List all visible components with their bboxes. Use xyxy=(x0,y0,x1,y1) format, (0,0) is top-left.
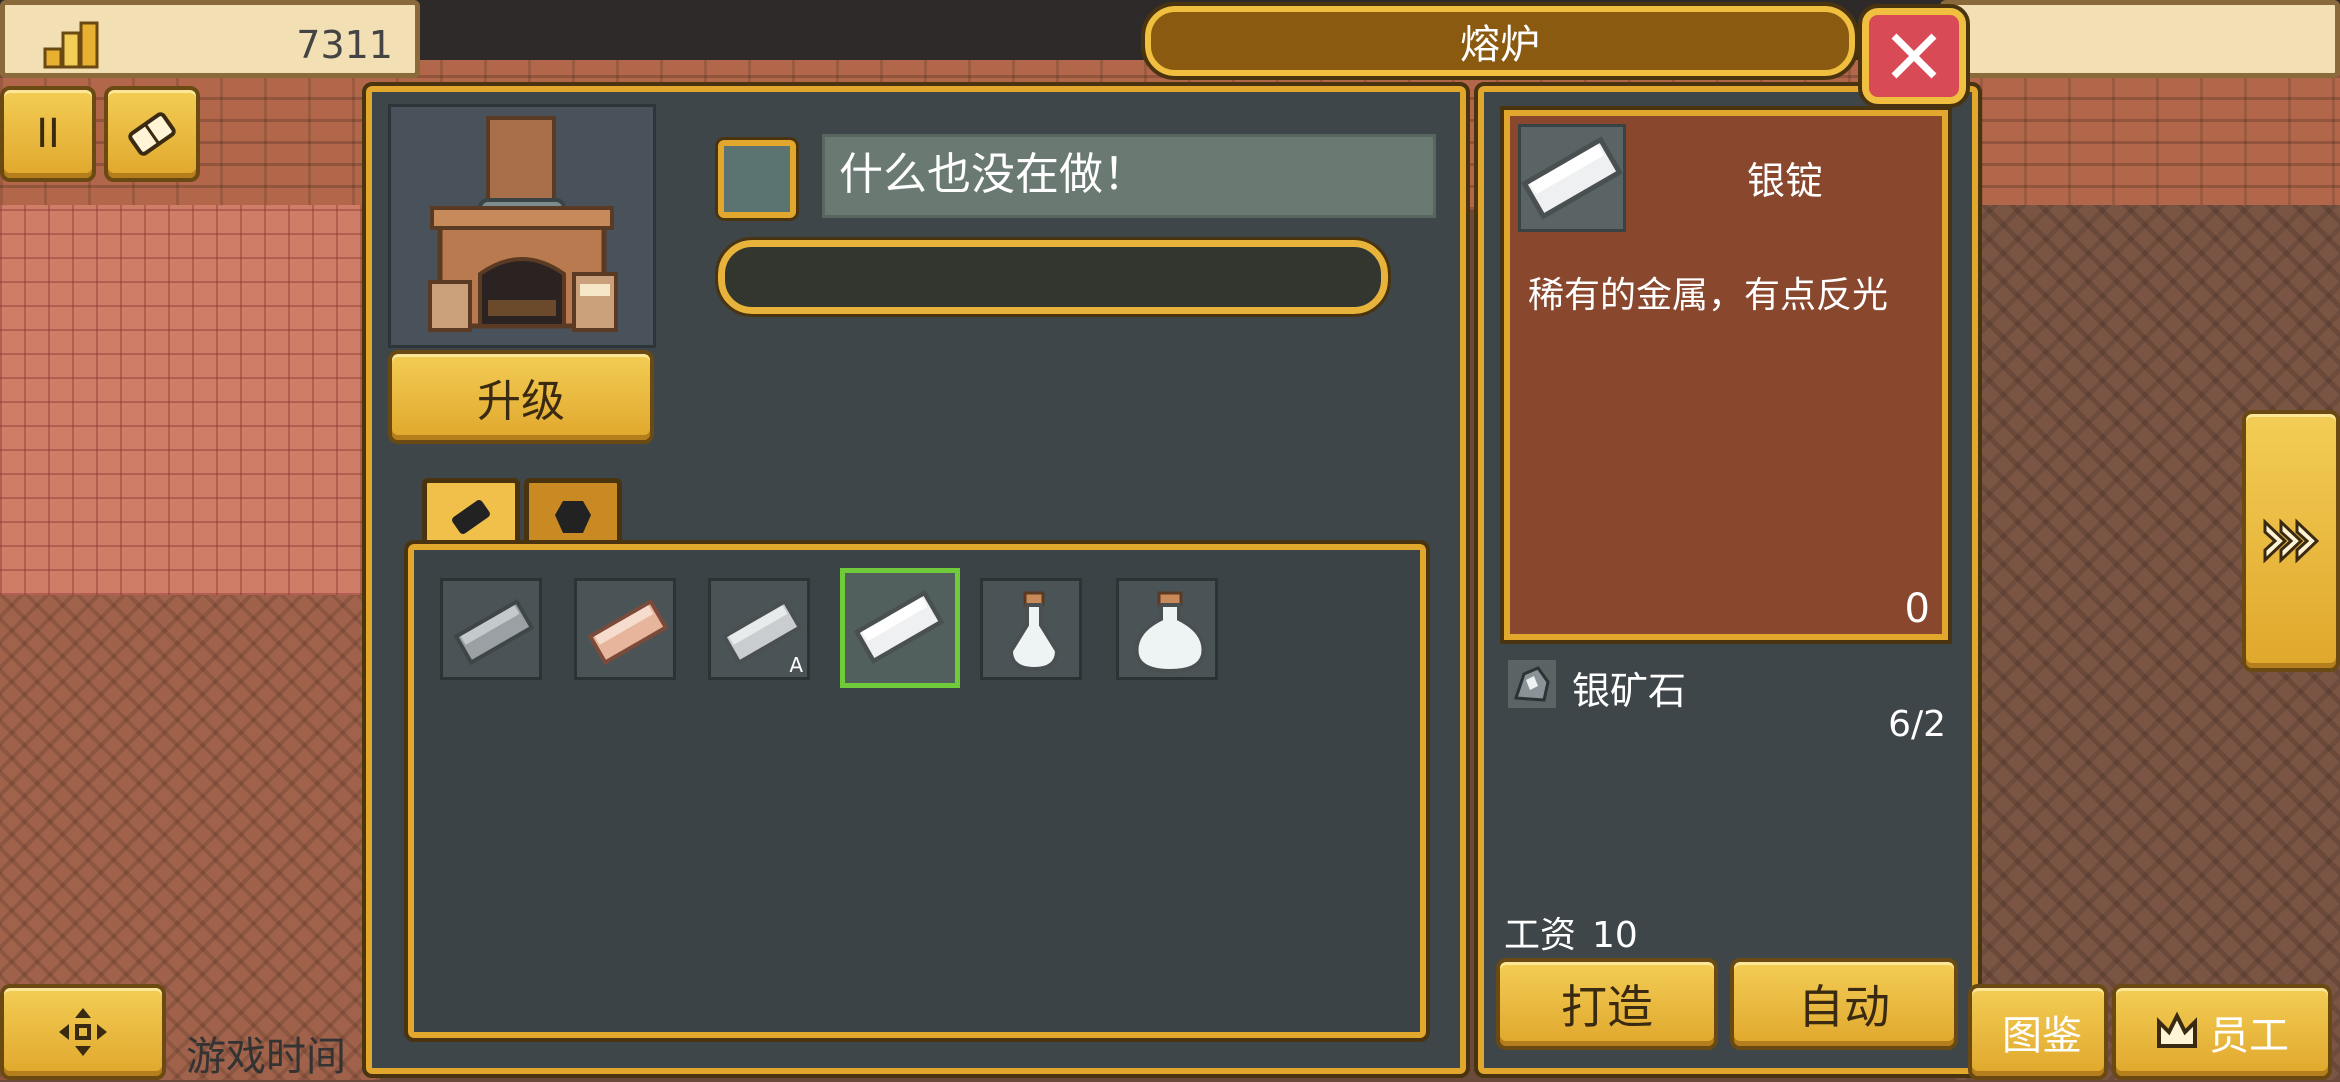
recipe-slot-small-flask[interactable] xyxy=(980,578,1082,680)
silver-ingot-icon xyxy=(853,589,945,665)
wage-label: 工资 xyxy=(1504,915,1577,956)
wage-value: 10 xyxy=(1592,915,1638,956)
move-camera-button[interactable] xyxy=(0,984,166,1080)
next-page-button[interactable] xyxy=(2242,410,2340,672)
gem-tab-icon xyxy=(555,500,591,533)
coupon-icon xyxy=(128,112,176,156)
upgrade-button[interactable]: 升级 xyxy=(388,350,654,444)
item-description: 稀有的金属，有点反光 xyxy=(1528,275,1889,316)
game-time-label: 游戏时间 xyxy=(186,1034,346,1080)
window-title-text: 熔炉 xyxy=(1460,22,1540,68)
tab-gems[interactable] xyxy=(524,478,622,550)
requirement-count: 6/2 xyxy=(1888,704,1946,745)
close-button[interactable] xyxy=(1858,4,1970,108)
ingot-tab-icon xyxy=(452,499,490,534)
craft-button[interactable]: 打造 xyxy=(1496,958,1718,1050)
tile-floor-background xyxy=(0,205,380,595)
wage-info: 工资 10 xyxy=(1504,906,1638,958)
coupon-button[interactable] xyxy=(104,86,200,182)
staff-label: 员工 xyxy=(2209,1013,2289,1059)
furnace-icon xyxy=(428,116,618,332)
copper-ingot-icon xyxy=(587,598,669,666)
double-chevron-right-icon xyxy=(2263,518,2320,564)
crown-icon xyxy=(2157,1011,2197,1048)
coin-counter: 7311 xyxy=(0,0,420,78)
pause-button[interactable]: II xyxy=(0,86,96,182)
item-name: 银锭 xyxy=(1746,159,1823,203)
requirement-name: 银矿石 xyxy=(1572,669,1687,713)
large-potion-flask-icon xyxy=(1134,591,1206,674)
window-title: 熔炉 xyxy=(1141,2,1859,80)
recipe-slot-silver-ingot-a[interactable]: A xyxy=(708,578,810,680)
top-right-bar xyxy=(1940,0,2340,78)
recipe-slot-iron-ingot[interactable] xyxy=(440,578,542,680)
tab-ingots[interactable] xyxy=(422,478,520,550)
atlas-button[interactable]: 图鉴 xyxy=(1968,984,2108,1080)
close-icon xyxy=(1891,33,1937,79)
recipe-slot-large-flask[interactable] xyxy=(1116,578,1218,680)
silver-ore-icon xyxy=(1508,660,1556,708)
item-owned-count: 0 xyxy=(1904,586,1930,632)
slot-badge: A xyxy=(789,653,803,677)
staff-button[interactable]: 员工 xyxy=(2112,984,2332,1080)
auto-button[interactable]: 自动 xyxy=(1730,958,1958,1050)
move-arrows-icon xyxy=(59,1008,107,1056)
coin-amount: 7311 xyxy=(296,23,393,67)
recipe-slot-silver-ingot[interactable] xyxy=(840,568,960,688)
furnace-status: 什么也没在做！ xyxy=(822,134,1436,218)
pause-icon: II xyxy=(36,111,60,157)
furnace-preview xyxy=(388,104,656,348)
craft-progress-bar xyxy=(715,237,1391,317)
silver-ingot-icon xyxy=(1521,136,1623,220)
recipe-slot-copper-ingot[interactable] xyxy=(574,578,676,680)
iron-ingot-icon xyxy=(453,598,535,666)
atlas-label: 图鉴 xyxy=(2002,1013,2082,1059)
item-icon-box xyxy=(1518,124,1626,232)
coin-stack-icon xyxy=(43,21,99,69)
small-potion-flask-icon xyxy=(1008,591,1060,672)
auto-work-checkbox[interactable] xyxy=(715,137,799,221)
